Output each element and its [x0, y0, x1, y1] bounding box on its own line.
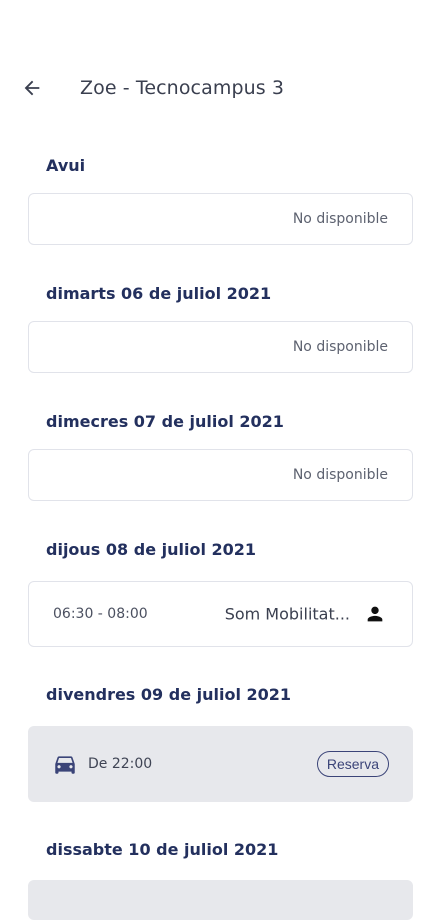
status-text: No disponible — [292, 211, 388, 227]
available-slot-card[interactable] — [28, 880, 413, 920]
time-range: 06:30 - 08:00 — [53, 606, 148, 622]
day-label: dimarts 06 de juliol 2021 — [46, 284, 272, 303]
arrow-left-icon — [24, 80, 40, 96]
car-icon — [55, 756, 75, 774]
person-icon — [367, 606, 383, 622]
status-text: No disponible — [292, 467, 388, 483]
booking-card[interactable]: 06:30 - 08:00 Som Mobilitat... — [28, 581, 413, 647]
back-button[interactable] — [10, 66, 54, 110]
day-label: dijous 08 de juliol 2021 — [46, 540, 257, 559]
day-label: dissabte 10 de juliol 2021 — [46, 840, 279, 859]
page-title: Zoe - Tecnocampus 3 — [80, 77, 285, 99]
status-text: No disponible — [292, 339, 388, 355]
availability-card[interactable]: No disponible — [28, 449, 413, 501]
available-slot-card[interactable]: De 22:00 Reserva — [28, 726, 413, 802]
start-time: De 22:00 — [88, 756, 153, 772]
app-header: Zoe - Tecnocampus 3 — [0, 60, 441, 116]
day-label: divendres 09 de juliol 2021 — [46, 685, 292, 704]
availability-card[interactable]: No disponible — [28, 193, 413, 245]
reserve-button[interactable]: Reserva — [316, 751, 389, 777]
booker-name: Som Mobilitat... — [224, 604, 350, 624]
day-label: dimecres 07 de juliol 2021 — [46, 412, 284, 431]
availability-card[interactable]: No disponible — [28, 321, 413, 373]
day-label: Avui — [46, 156, 86, 175]
